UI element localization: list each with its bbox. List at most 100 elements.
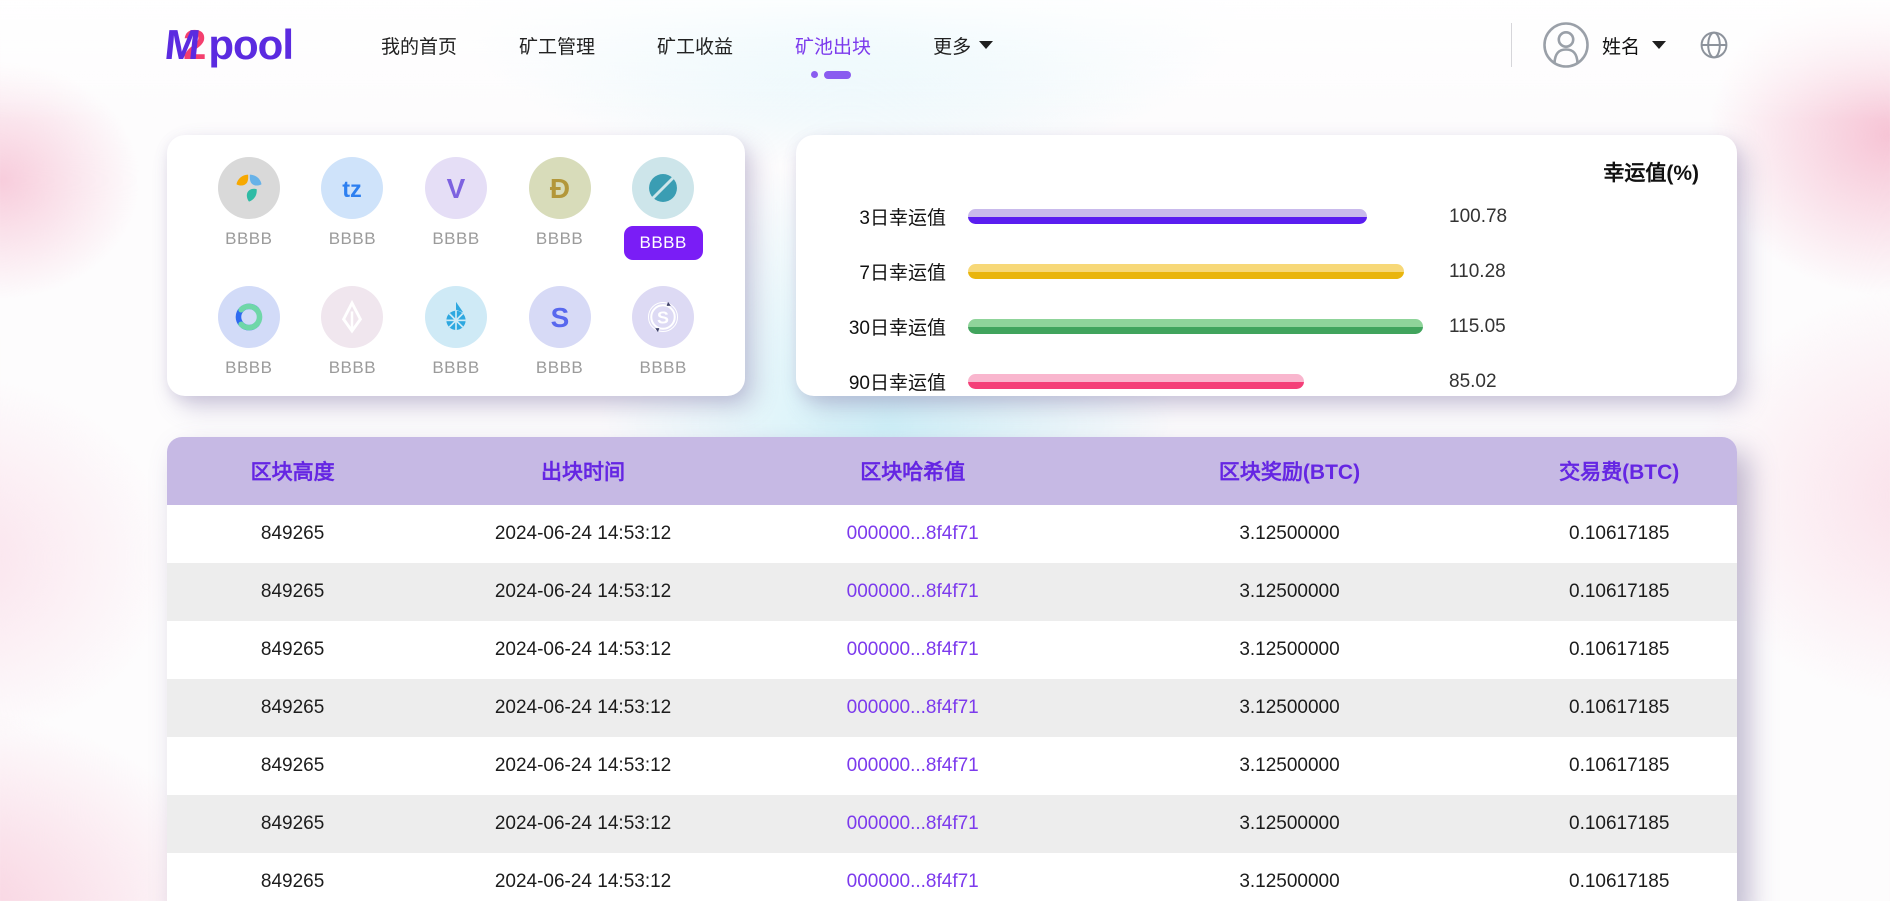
block-hash-link[interactable]: 000000...8f4f71	[847, 639, 979, 660]
luck-bar-fill	[968, 209, 1367, 224]
user-avatar-icon	[1542, 21, 1590, 69]
nav-item-label: 我的首页	[381, 32, 457, 59]
cell-block-height: 849265	[167, 639, 418, 661]
table-header-cell: 区块高度	[167, 456, 418, 486]
luck-bar-fill	[968, 374, 1304, 389]
cell-block-height: 849265	[167, 755, 418, 777]
coin-item-ontology[interactable]: BBBB	[611, 157, 715, 260]
nav-item-miner-earnings[interactable]: 矿工收益	[657, 26, 733, 65]
cell-block-reward: 3.12500000	[1078, 581, 1502, 603]
cell-block-time: 2024-06-24 14:53:12	[418, 523, 748, 545]
coin-item-dogecoin[interactable]: Ð BBBB	[508, 157, 612, 260]
luck-bar-row: 7日幸运值 110.28	[796, 244, 1699, 299]
luck-bar-label: 30日幸运值	[796, 313, 946, 340]
coin-label: BBBB	[536, 229, 583, 249]
coin-selector-panel: BBBB tz BBBB V BBBB Ð BBBB BBBB BBBB BBB…	[167, 135, 745, 396]
nav-item-pool-blocks[interactable]: 矿池出块	[795, 26, 871, 65]
cell-block-height: 849265	[167, 813, 418, 835]
nav-item-home[interactable]: 我的首页	[381, 26, 457, 65]
cell-block-time: 2024-06-24 14:53:12	[418, 639, 748, 661]
coin-label: BBBB	[225, 358, 272, 378]
cell-tx-fee: 0.10617185	[1501, 639, 1737, 661]
coin-label: BBBB	[432, 229, 479, 249]
tezos-icon: tz	[321, 157, 383, 219]
header-divider	[1511, 23, 1512, 67]
luck-bar-fill	[968, 264, 1404, 279]
nav-item-miner-management[interactable]: 矿工管理	[519, 26, 595, 65]
luck-bar-value: 115.05	[1449, 316, 1506, 338]
luck-bar-row: 90日幸运值 85.02	[796, 354, 1699, 409]
table-header-cell: 区块哈希值	[748, 456, 1078, 486]
cell-block-height: 849265	[167, 523, 418, 545]
cell-block-reward: 3.12500000	[1078, 871, 1502, 893]
cell-block-reward: 3.12500000	[1078, 523, 1502, 545]
block-hash-link[interactable]: 000000...8f4f71	[847, 697, 979, 718]
cell-block-time: 2024-06-24 14:53:12	[418, 697, 748, 719]
svg-text:Ð: Ð	[550, 173, 570, 204]
cell-block-reward: 3.12500000	[1078, 755, 1502, 777]
cell-block-time: 2024-06-24 14:53:12	[418, 871, 748, 893]
coin-item-tezos[interactable]: tz BBBB	[301, 157, 405, 260]
table-row: 849265 2024-06-24 14:53:12 000000...8f4f…	[167, 679, 1737, 737]
table-header-cell: 区块奖励(BTC)	[1078, 456, 1502, 486]
table-row: 849265 2024-06-24 14:53:12 000000...8f4f…	[167, 853, 1737, 901]
coin-item-nem[interactable]: BBBB	[197, 157, 301, 260]
coin-item-syscoin[interactable]: S BBBB	[508, 286, 612, 378]
logo-part-m: M	[162, 21, 200, 69]
brand-logo[interactable]: M 2 pool	[165, 21, 293, 69]
luck-chart-title: 幸运值(%)	[796, 157, 1699, 187]
logo-part-pool: pool	[208, 21, 293, 69]
coin-item-lisk[interactable]: BBBB	[301, 286, 405, 378]
lisk-icon	[321, 286, 383, 348]
bitshares-icon	[425, 286, 487, 348]
coin-item-swft[interactable]: S BBBB	[611, 286, 715, 378]
luck-bar-label: 90日幸运值	[796, 368, 946, 395]
user-name[interactable]: 姓名	[1602, 32, 1640, 59]
block-hash-link[interactable]: 000000...8f4f71	[847, 813, 979, 834]
table-row: 849265 2024-06-24 14:53:12 000000...8f4f…	[167, 737, 1737, 795]
dogecoin-icon: Ð	[529, 157, 591, 219]
svg-text:tz: tz	[343, 176, 363, 202]
luck-bar-value: 85.02	[1449, 371, 1497, 393]
nav-item-more[interactable]: 更多	[933, 26, 993, 65]
nav-item-label: 矿工管理	[519, 32, 595, 59]
decred-icon	[218, 286, 280, 348]
block-hash-link[interactable]: 000000...8f4f71	[847, 581, 979, 602]
table-row: 849265 2024-06-24 14:53:12 000000...8f4f…	[167, 621, 1737, 679]
coin-item-vechain[interactable]: V BBBB	[404, 157, 508, 260]
luck-bar-track	[968, 209, 1423, 224]
ontology-icon	[632, 157, 694, 219]
table-row: 849265 2024-06-24 14:53:12 000000...8f4f…	[167, 563, 1737, 621]
table-header-cell: 交易费(BTC)	[1501, 456, 1737, 486]
cell-block-height: 849265	[167, 581, 418, 603]
cell-tx-fee: 0.10617185	[1501, 581, 1737, 603]
active-tab-indicator	[811, 71, 851, 79]
nav-item-label: 矿池出块	[795, 32, 871, 59]
swft-icon: S	[632, 286, 694, 348]
user-dropdown-caret-icon[interactable]	[1652, 41, 1666, 49]
coin-item-bitshares[interactable]: BBBB	[404, 286, 508, 378]
block-hash-link[interactable]: 000000...8f4f71	[847, 523, 979, 544]
user-area: 姓名	[1511, 21, 1730, 69]
block-hash-link[interactable]: 000000...8f4f71	[847, 755, 979, 776]
coin-item-decred[interactable]: BBBB	[197, 286, 301, 378]
cell-block-height: 849265	[167, 871, 418, 893]
syscoin-icon: S	[529, 286, 591, 348]
luck-value-panel: 幸运值(%) 3日幸运值 100.78 7日幸运值 110.28 30日幸运值 …	[796, 135, 1737, 396]
cell-tx-fee: 0.10617185	[1501, 755, 1737, 777]
cell-block-reward: 3.12500000	[1078, 813, 1502, 835]
avatar[interactable]	[1542, 21, 1590, 69]
svg-text:V: V	[447, 173, 466, 204]
luck-bar-row: 30日幸运值 115.05	[796, 299, 1699, 354]
luck-bar-label: 7日幸运值	[796, 258, 946, 285]
luck-bar-track	[968, 264, 1423, 279]
cell-tx-fee: 0.10617185	[1501, 813, 1737, 835]
cell-block-height: 849265	[167, 697, 418, 719]
coin-label: BBBB	[536, 358, 583, 378]
table-header-row: 区块高度出块时间区块哈希值区块奖励(BTC)交易费(BTC)	[167, 437, 1737, 505]
luck-bar-track	[968, 319, 1423, 334]
language-globe-icon[interactable]	[1698, 29, 1730, 61]
block-hash-link[interactable]: 000000...8f4f71	[847, 871, 979, 892]
table-row: 849265 2024-06-24 14:53:12 000000...8f4f…	[167, 795, 1737, 853]
luck-bar-label: 3日幸运值	[796, 203, 946, 230]
